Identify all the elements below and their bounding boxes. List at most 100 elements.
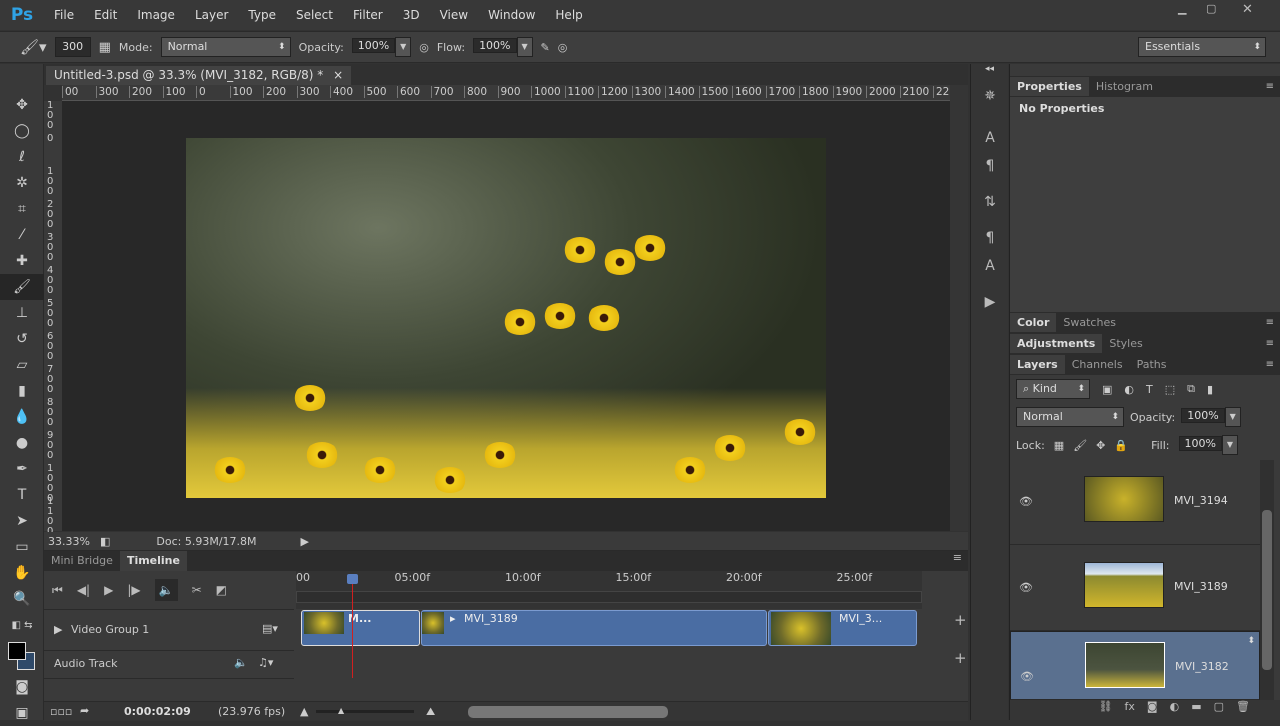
blend-mode-select[interactable]: Normal bbox=[1016, 407, 1124, 427]
tab-mini-bridge[interactable]: Mini Bridge bbox=[44, 551, 120, 571]
character-styles-icon[interactable]: A bbox=[971, 252, 1009, 280]
mode-select[interactable]: Normal bbox=[160, 37, 291, 57]
document-tab[interactable]: Untitled-3.psd @ 33.3% (MVI_3182, RGB/8)… bbox=[46, 66, 352, 85]
menu-filter[interactable]: Filter bbox=[343, 8, 393, 22]
lock-position-icon[interactable]: ✥ bbox=[1096, 439, 1105, 452]
previous-frame-icon[interactable]: ◀| bbox=[77, 583, 90, 597]
next-frame-icon[interactable]: |▶ bbox=[127, 583, 140, 597]
render-video-icon[interactable]: ➦ bbox=[80, 704, 89, 717]
expand-arrow-icon[interactable]: ▶ bbox=[54, 623, 62, 636]
music-note-icon[interactable]: ♫▾ bbox=[258, 656, 273, 669]
navigator-icon[interactable]: ✵ bbox=[971, 82, 1009, 110]
maximize-button[interactable]: ▢ bbox=[1206, 2, 1216, 15]
menu-view[interactable]: View bbox=[430, 8, 478, 22]
panel-menu-icon[interactable]: ≡ bbox=[1266, 81, 1274, 92]
menu-type[interactable]: Type bbox=[238, 8, 286, 22]
work-area-bar[interactable] bbox=[296, 591, 922, 603]
status-menu-arrow[interactable]: ▶ bbox=[301, 535, 309, 548]
paragraph-icon[interactable]: ¶ bbox=[971, 152, 1009, 180]
move-tool-icon[interactable]: ✥ bbox=[0, 92, 44, 118]
timeline-scrollbar[interactable] bbox=[468, 706, 668, 718]
history-brush-tool-icon[interactable]: ↺ bbox=[0, 326, 44, 352]
status-info-icon[interactable]: ◧ bbox=[100, 535, 110, 548]
menu-image[interactable]: Image bbox=[127, 8, 185, 22]
type-tool-icon[interactable]: T bbox=[0, 482, 44, 508]
actions-icon[interactable]: ▶ bbox=[971, 288, 1009, 316]
add-media-button[interactable]: + bbox=[954, 611, 967, 629]
eraser-tool-icon[interactable]: ▱ bbox=[0, 352, 44, 378]
menu-help[interactable]: Help bbox=[545, 8, 592, 22]
zoom-level[interactable]: 33.33% bbox=[48, 535, 100, 548]
add-audio-button[interactable]: + bbox=[954, 649, 967, 667]
zoom-in-icon[interactable]: ⛰ bbox=[426, 705, 435, 719]
tab-color[interactable]: Color bbox=[1010, 313, 1057, 332]
blur-tool-icon[interactable]: 💧 bbox=[0, 404, 44, 430]
opacity-dropdown[interactable]: ▼ bbox=[395, 37, 412, 57]
tab-layers[interactable]: Layers bbox=[1010, 355, 1065, 374]
lasso-tool-icon[interactable]: ℓ bbox=[0, 144, 44, 170]
dodge-tool-icon[interactable]: ● bbox=[0, 430, 44, 456]
pen-tool-icon[interactable]: ✒ bbox=[0, 456, 44, 482]
clone-stamp-tool-icon[interactable]: ⊥ bbox=[0, 300, 44, 326]
canvas-scrollbar[interactable] bbox=[950, 85, 968, 531]
visibility-eye-icon[interactable]: 👁 bbox=[1020, 668, 1034, 686]
marquee-tool-icon[interactable]: ◯ bbox=[0, 118, 44, 144]
clip-mvi-3189[interactable]: ▸ MVI_3189 bbox=[421, 610, 767, 646]
zoom-out-icon[interactable]: ▲ bbox=[300, 705, 308, 718]
brush-tool-icon[interactable]: 🖌▾ bbox=[20, 38, 47, 56]
crop-tool-icon[interactable]: ⌗ bbox=[0, 196, 44, 222]
quick-select-tool-icon[interactable]: ✲ bbox=[0, 170, 44, 196]
quick-mask-icon[interactable]: ◙ bbox=[0, 674, 44, 700]
mute-audio-icon[interactable]: 🔈 bbox=[154, 579, 178, 601]
split-scissors-icon[interactable]: ✂ bbox=[192, 583, 202, 597]
opacity-input[interactable]: 100% bbox=[351, 38, 396, 53]
flow-dropdown[interactable]: ▼ bbox=[516, 37, 533, 57]
video-group-row[interactable]: ▶ Video Group 1 ▤▾ bbox=[44, 609, 294, 651]
panel-menu-icon[interactable]: ≡ bbox=[953, 551, 962, 571]
layer-row[interactable]: 👁 MVI_3194 bbox=[1010, 459, 1260, 545]
menu-file[interactable]: File bbox=[44, 8, 84, 22]
layer-row[interactable]: 👁 MVI_3189 bbox=[1010, 545, 1260, 631]
brush-panel-icon[interactable]: ▦ bbox=[99, 40, 111, 55]
new-adjustment-icon[interactable]: ◐ bbox=[1170, 700, 1180, 720]
panel-menu-icon[interactable]: ≡ bbox=[1266, 317, 1274, 328]
playhead[interactable] bbox=[346, 574, 358, 678]
timeline-zoom-slider[interactable]: ▲ bbox=[316, 706, 414, 715]
frame-animation-icon[interactable]: ▫▫▫ bbox=[50, 705, 72, 718]
brush-size-picker[interactable]: 300 bbox=[54, 37, 91, 57]
link-layers-icon[interactable]: ⛓ bbox=[1099, 700, 1113, 720]
character-icon[interactable]: A bbox=[971, 124, 1009, 152]
healing-brush-tool-icon[interactable]: ✚ bbox=[0, 248, 44, 274]
fill-dropdown[interactable]: ▼ bbox=[1221, 435, 1238, 455]
filter-shape-icon[interactable]: ⬚ bbox=[1165, 383, 1175, 396]
layer-row-selected[interactable]: 👁 MVI_3182 bbox=[1010, 631, 1260, 700]
layer-opacity-input[interactable]: 100% bbox=[1181, 408, 1225, 423]
zoom-tool-icon[interactable]: 🔍 bbox=[0, 586, 44, 612]
tab-properties[interactable]: Properties bbox=[1010, 77, 1089, 96]
workspace-select[interactable]: Essentials bbox=[1138, 37, 1266, 57]
lock-pixels-icon[interactable]: 🖌 bbox=[1073, 439, 1087, 452]
tab-styles[interactable]: Styles bbox=[1102, 334, 1149, 353]
color-swatches[interactable] bbox=[0, 638, 43, 674]
flower-photo[interactable] bbox=[186, 138, 826, 498]
add-mask-icon[interactable]: ◙ bbox=[1147, 700, 1158, 720]
filter-pixel-icon[interactable]: ▣ bbox=[1102, 383, 1112, 396]
close-tab-icon[interactable]: × bbox=[333, 68, 343, 82]
pressure-opacity-icon[interactable]: ◎ bbox=[419, 41, 429, 54]
fill-input[interactable]: 100% bbox=[1178, 436, 1222, 451]
new-layer-icon[interactable]: ▢ bbox=[1214, 700, 1224, 720]
brush-tool-icon[interactable]: 🖌 bbox=[0, 274, 44, 300]
menu-select[interactable]: Select bbox=[286, 8, 343, 22]
menu-3d[interactable]: 3D bbox=[393, 8, 430, 22]
transition-icon[interactable]: ◩ bbox=[216, 583, 227, 597]
tab-adjustments[interactable]: Adjustments bbox=[1010, 334, 1103, 353]
clip-mvi-3182[interactable]: M... bbox=[301, 610, 420, 646]
clone-source-icon[interactable]: ⇅ bbox=[971, 188, 1009, 216]
menu-window[interactable]: Window bbox=[478, 8, 545, 22]
layer-opacity-dropdown[interactable]: ▼ bbox=[1224, 407, 1241, 427]
layer-filter-select[interactable]: ⌕ Kind bbox=[1016, 379, 1090, 399]
audio-track-row[interactable]: Audio Track 🔈 ♫▾ bbox=[44, 651, 294, 679]
fx-icon[interactable]: fx bbox=[1125, 700, 1135, 720]
shape-tool-icon[interactable]: ▭ bbox=[0, 534, 44, 560]
tab-paths[interactable]: Paths bbox=[1130, 355, 1174, 374]
